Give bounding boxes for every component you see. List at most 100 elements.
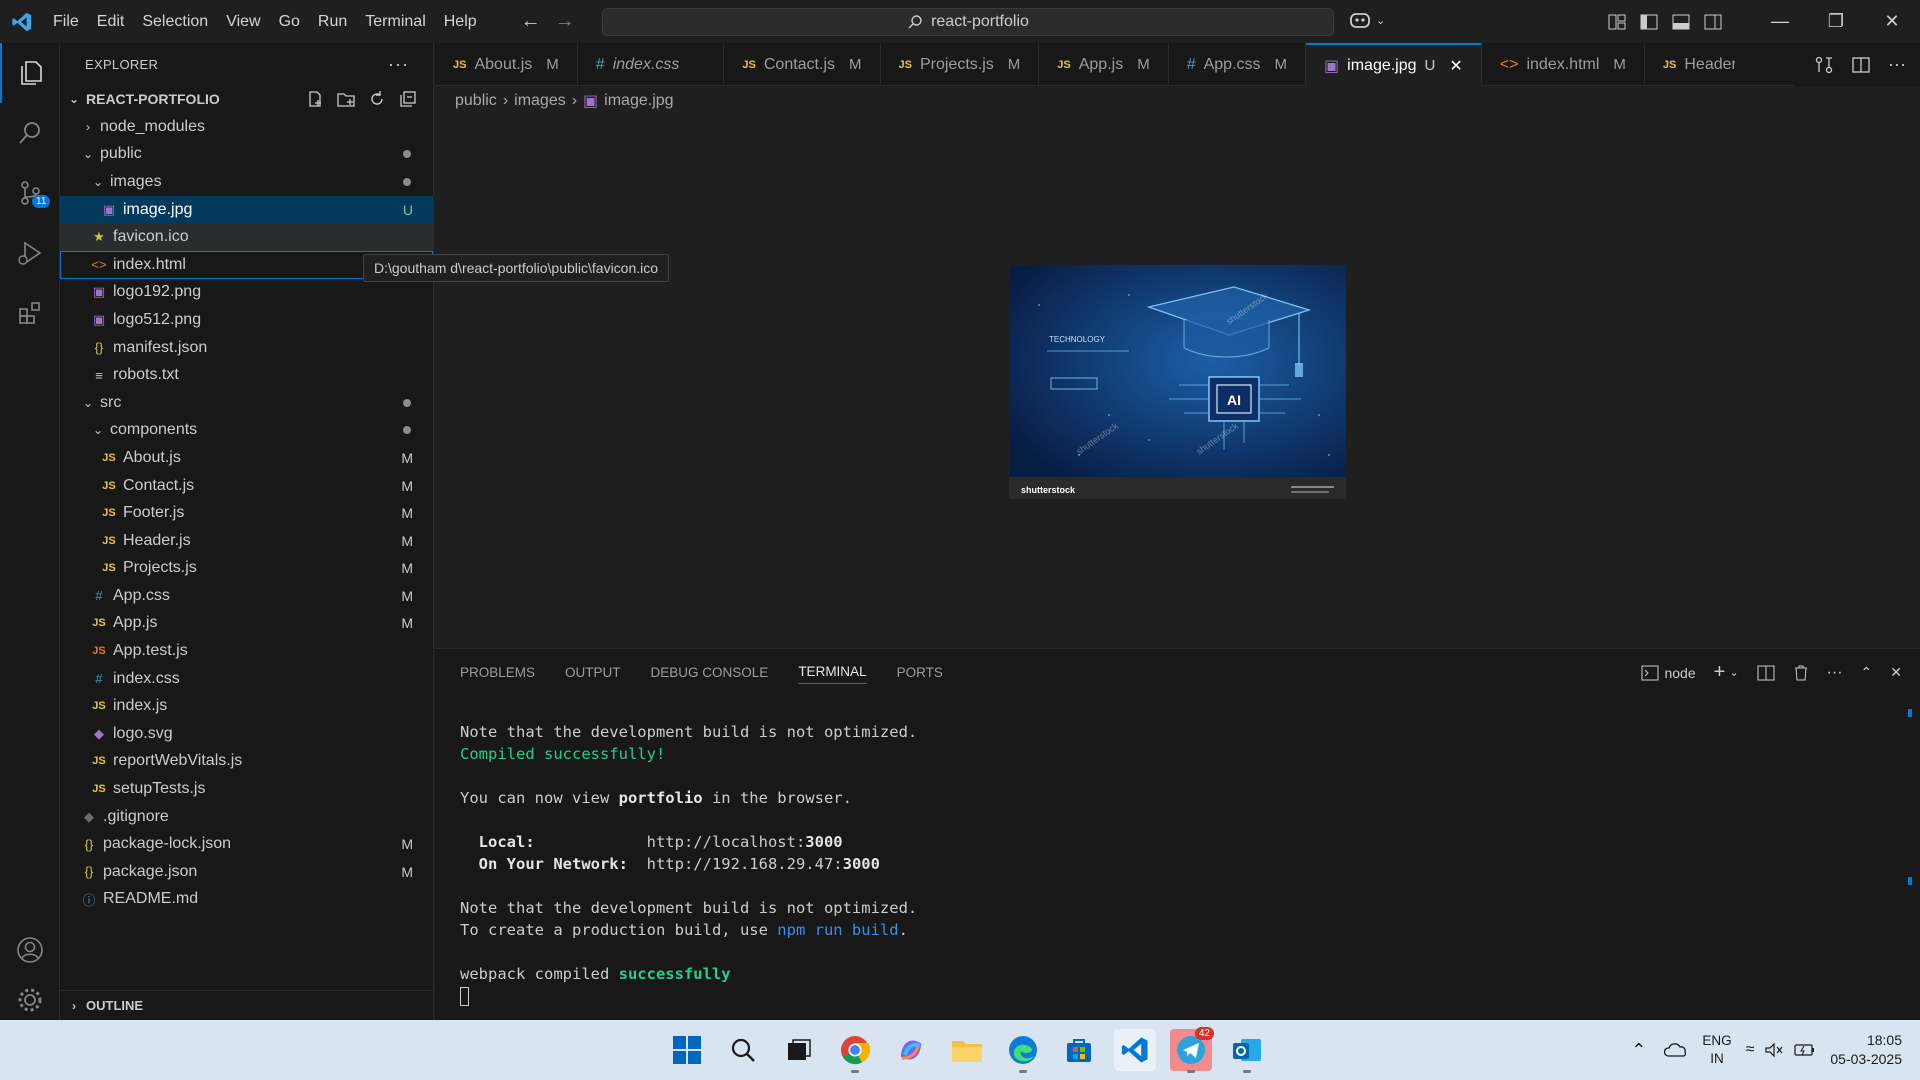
close-window-icon[interactable]: ✕ bbox=[1864, 11, 1920, 32]
tree-file-app-css[interactable]: # App.css M bbox=[60, 582, 433, 610]
tree-file-index-js[interactable]: JS index.js bbox=[60, 692, 433, 720]
forward-arrow-icon[interactable]: → bbox=[555, 10, 575, 33]
toggle-panel-icon[interactable] bbox=[1672, 14, 1690, 30]
tree-folder-node-modules[interactable]: › node_modules bbox=[60, 113, 433, 141]
wifi-icon[interactable]: ≈ bbox=[1746, 1041, 1755, 1059]
collapse-all-icon[interactable] bbox=[399, 90, 417, 108]
language-indicator[interactable]: ENG IN bbox=[1702, 1032, 1731, 1068]
tree-file-footer[interactable]: JS Footer.js M bbox=[60, 499, 433, 527]
outline-section[interactable]: › OUTLINE bbox=[60, 990, 433, 1020]
source-control-activity[interactable]: 11 bbox=[0, 163, 60, 223]
tab-app-js[interactable]: JS App.js M bbox=[1039, 43, 1169, 86]
taskbar-edge[interactable] bbox=[1002, 1029, 1044, 1073]
tab-index-html[interactable]: <> index.html M bbox=[1482, 43, 1645, 86]
tab-header-js[interactable]: JS Header.js bbox=[1645, 43, 1735, 86]
tree-file-favicon-ico[interactable]: ★ favicon.ico bbox=[60, 223, 433, 251]
start-button[interactable] bbox=[666, 1029, 708, 1071]
menu-run[interactable]: Run bbox=[309, 0, 356, 43]
tab-app-css[interactable]: # App.css M bbox=[1169, 43, 1307, 86]
more-actions-icon[interactable]: ··· bbox=[1888, 54, 1906, 75]
terminal-scrollbar[interactable] bbox=[1908, 697, 1912, 885]
tree-file-logo-svg[interactable]: ◆ logo.svg bbox=[60, 720, 433, 748]
menu-go[interactable]: Go bbox=[270, 0, 309, 43]
tree-file-about[interactable]: JS About.js M bbox=[60, 444, 433, 472]
tab-contact-js[interactable]: JS Contact.js M bbox=[724, 43, 881, 86]
chevron-up-icon[interactable]: ⌃ bbox=[1631, 1040, 1646, 1061]
tab-image-jpg[interactable]: ▣ image.jpg U ✕ bbox=[1306, 43, 1482, 86]
tree-file-header[interactable]: JS Header.js M bbox=[60, 527, 433, 555]
panel-tab-debug-console[interactable]: DEBUG CONSOLE bbox=[651, 661, 769, 684]
split-terminal-icon[interactable] bbox=[1757, 665, 1775, 681]
search-activity[interactable] bbox=[0, 103, 60, 163]
task-view[interactable] bbox=[778, 1029, 820, 1071]
trash-icon[interactable] bbox=[1793, 664, 1809, 682]
tree-folder-src[interactable]: ⌄ src bbox=[60, 389, 433, 417]
run-debug-activity[interactable] bbox=[0, 223, 60, 283]
tree-file-app-test[interactable]: JS App.test.js bbox=[60, 637, 433, 665]
customize-layout-icon[interactable] bbox=[1608, 14, 1626, 30]
toggle-secondary-sidebar-icon[interactable] bbox=[1704, 14, 1722, 30]
project-header[interactable]: ⌄ REACT-PORTFOLIO bbox=[60, 85, 433, 113]
breadcrumb-item[interactable]: images bbox=[514, 92, 566, 110]
taskbar-search[interactable] bbox=[722, 1029, 764, 1071]
accounts-activity[interactable] bbox=[0, 920, 60, 980]
refresh-icon[interactable] bbox=[368, 90, 386, 108]
taskbar-vscode[interactable] bbox=[1114, 1029, 1156, 1071]
restore-icon[interactable]: ❐ bbox=[1808, 11, 1864, 32]
tree-file-report-web-vitals[interactable]: JS reportWebVitals.js bbox=[60, 748, 433, 776]
extensions-activity[interactable] bbox=[0, 283, 60, 343]
new-folder-icon[interactable] bbox=[337, 90, 355, 108]
taskbar-outlook[interactable] bbox=[1226, 1029, 1268, 1073]
menu-selection[interactable]: Selection bbox=[133, 0, 217, 43]
tree-folder-images[interactable]: ⌄ images bbox=[60, 168, 433, 196]
tree-file-image-jpg[interactable]: ▣ image.jpg U bbox=[60, 195, 433, 224]
tree-file-package-lock[interactable]: {} package-lock.json M bbox=[60, 830, 433, 858]
tree-file-robots[interactable]: ≡ robots.txt bbox=[60, 361, 433, 389]
tree-file-app-js[interactable]: JS App.js M bbox=[60, 610, 433, 638]
copilot-button[interactable]: ⌄ bbox=[1348, 10, 1385, 30]
toggle-sidebar-icon[interactable] bbox=[1640, 14, 1658, 30]
menu-view[interactable]: View bbox=[217, 0, 269, 43]
taskbar-telegram[interactable]: 42 bbox=[1170, 1027, 1214, 1073]
tree-file-gitignore[interactable]: ◆ .gitignore bbox=[60, 803, 433, 831]
tree-file-index-css[interactable]: # index.css bbox=[60, 665, 433, 693]
tree-file-package-json[interactable]: {} package.json M bbox=[60, 858, 433, 886]
tree-folder-public[interactable]: ⌄ public bbox=[60, 141, 433, 169]
breadcrumb-item[interactable]: public bbox=[455, 92, 497, 110]
more-actions-icon[interactable]: ··· bbox=[1827, 664, 1843, 682]
taskbar-file-explorer[interactable] bbox=[946, 1029, 988, 1071]
tab-index-css[interactable]: # index.css bbox=[578, 43, 725, 86]
terminal-selector[interactable]: node bbox=[1641, 665, 1696, 681]
panel-tab-problems[interactable]: PROBLEMS bbox=[460, 661, 535, 684]
panel-tab-output[interactable]: OUTPUT bbox=[565, 661, 621, 684]
tab-projects-js[interactable]: JS Projects.js M bbox=[881, 43, 1040, 86]
menu-terminal[interactable]: Terminal bbox=[356, 0, 434, 43]
close-panel-icon[interactable]: ✕ bbox=[1890, 664, 1902, 681]
tree-file-contact[interactable]: JS Contact.js M bbox=[60, 472, 433, 500]
minimize-icon[interactable]: — bbox=[1752, 11, 1808, 32]
tree-file-manifest[interactable]: {} manifest.json bbox=[60, 334, 433, 362]
settings-activity[interactable] bbox=[0, 980, 60, 1020]
explorer-activity[interactable] bbox=[0, 43, 60, 103]
tab-about-js[interactable]: JS About.js M bbox=[435, 43, 578, 86]
menu-edit[interactable]: Edit bbox=[88, 0, 134, 43]
command-center-search[interactable]: react-portfolio bbox=[602, 8, 1334, 36]
tree-folder-components[interactable]: ⌄ components bbox=[60, 417, 433, 445]
tree-file-projects[interactable]: JS Projects.js M bbox=[60, 555, 433, 583]
new-file-icon[interactable] bbox=[306, 90, 324, 108]
speaker-muted-icon[interactable] bbox=[1764, 1042, 1784, 1058]
tree-file-setup-tests[interactable]: JS setupTests.js bbox=[60, 775, 433, 803]
image-preview[interactable]: AI TECHNOLOGY shutterstock shutterstock … bbox=[1009, 265, 1346, 499]
taskbar-chrome[interactable] bbox=[834, 1029, 876, 1073]
panel-tab-ports[interactable]: PORTS bbox=[897, 661, 943, 684]
tree-file-logo512[interactable]: ▣ logo512.png bbox=[60, 306, 433, 334]
menu-file[interactable]: File bbox=[44, 0, 88, 43]
more-actions-icon[interactable]: ··· bbox=[388, 54, 409, 75]
breadcrumb-item[interactable]: image.jpg bbox=[604, 92, 673, 110]
taskbar-copilot[interactable] bbox=[890, 1029, 932, 1071]
tree-file-readme[interactable]: ⓘ README.md bbox=[60, 886, 433, 914]
tree-file-logo192[interactable]: ▣ logo192.png bbox=[60, 279, 433, 307]
clock[interactable]: 18:05 05-03-2025 bbox=[1830, 1031, 1902, 1069]
onedrive-icon[interactable] bbox=[1664, 1042, 1688, 1058]
split-editor-icon[interactable] bbox=[1852, 56, 1870, 74]
